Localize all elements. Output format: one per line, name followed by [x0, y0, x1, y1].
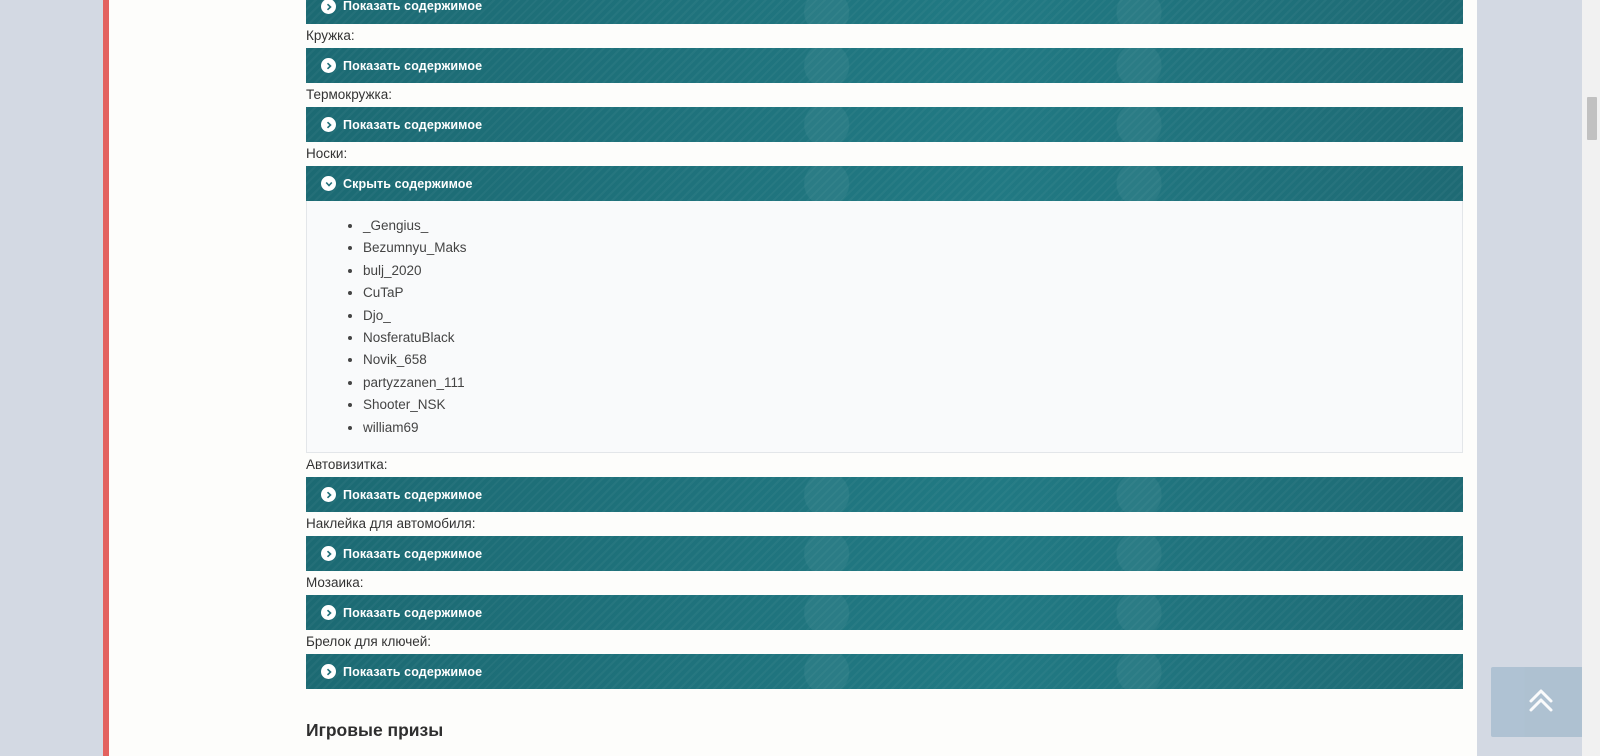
list-item: bulj_2020 [363, 260, 1462, 282]
winner-list: _Gengius_ Bezumnyu_Maks bulj_2020 CuTaP … [307, 215, 1462, 439]
chevron-right-icon [321, 546, 336, 561]
spoiler-toggle-label: Показать содержимое [343, 487, 483, 502]
chevron-right-icon [321, 58, 336, 73]
scrollbar-thumb[interactable] [1587, 97, 1597, 140]
list-item: Djo_ [363, 305, 1462, 327]
item-label-car-card: Автовизитка: [306, 457, 388, 472]
spoiler-toggle-label: Показать содержимое [343, 664, 483, 679]
double-chevron-up-icon [1527, 687, 1555, 718]
list-item: NosferatuBlack [363, 327, 1462, 349]
item-label-car-sticker: Наклейка для автомобиля: [306, 516, 476, 531]
spoiler-toggle-thermo-mug[interactable]: Показать содержимое [306, 107, 1463, 142]
spoiler-toggle-socks[interactable]: Скрыть содержимое [306, 166, 1463, 201]
spoiler-toggle-car-card[interactable]: Показать содержимое [306, 477, 1463, 512]
list-item: Shooter_NSK [363, 394, 1462, 416]
spoiler-toggle-label: Показать содержимое [343, 58, 483, 73]
chevron-right-icon [321, 0, 336, 14]
item-label-socks: Носки: [306, 146, 348, 161]
spoiler-toggle-label: Показать содержимое [343, 605, 483, 620]
list-item: Bezumnyu_Maks [363, 237, 1462, 259]
item-label-mug: Кружка: [306, 28, 355, 43]
item-label-thermo-mug: Термокружка: [306, 87, 392, 102]
list-item: CuTaP [363, 282, 1462, 304]
spoiler-content-socks: _Gengius_ Bezumnyu_Maks bulj_2020 CuTaP … [306, 201, 1463, 453]
list-item: Novik_658 [363, 349, 1462, 371]
spoiler-toggle-label: Показать содержимое [343, 117, 483, 132]
list-item: william69 [363, 417, 1462, 439]
back-to-top-button[interactable] [1491, 667, 1590, 737]
vertical-scrollbar[interactable] [1582, 0, 1600, 756]
item-label-keychain: Брелок для ключей: [306, 634, 432, 649]
chevron-right-icon [321, 117, 336, 132]
spoiler-toggle-car-sticker[interactable]: Показать содержимое [306, 536, 1463, 571]
spoiler-toggle-mosaic[interactable]: Показать содержимое [306, 595, 1463, 630]
spoiler-toggle-label: Скрыть содержимое [343, 176, 473, 191]
prize-list: Показать содержимое Кружка: Показать сод… [306, 0, 1463, 689]
spoiler-toggle-label: Показать содержимое [343, 0, 483, 13]
chevron-right-icon [321, 487, 336, 502]
spoiler-toggle-label: Показать содержимое [343, 546, 483, 561]
list-item: _Gengius_ [363, 215, 1462, 237]
spoiler-toggle-previous[interactable]: Показать содержимое [306, 0, 1463, 24]
chevron-down-icon [321, 176, 336, 191]
list-item: partyzzanen_111 [363, 372, 1462, 394]
chevron-right-icon [321, 605, 336, 620]
spoiler-toggle-keychain[interactable]: Показать содержимое [306, 654, 1463, 689]
section-title: Игровые призы [306, 720, 444, 740]
item-label-mosaic: Мозаика: [306, 575, 364, 590]
spoiler-toggle-mug[interactable]: Показать содержимое [306, 48, 1463, 83]
chevron-right-icon [321, 664, 336, 679]
